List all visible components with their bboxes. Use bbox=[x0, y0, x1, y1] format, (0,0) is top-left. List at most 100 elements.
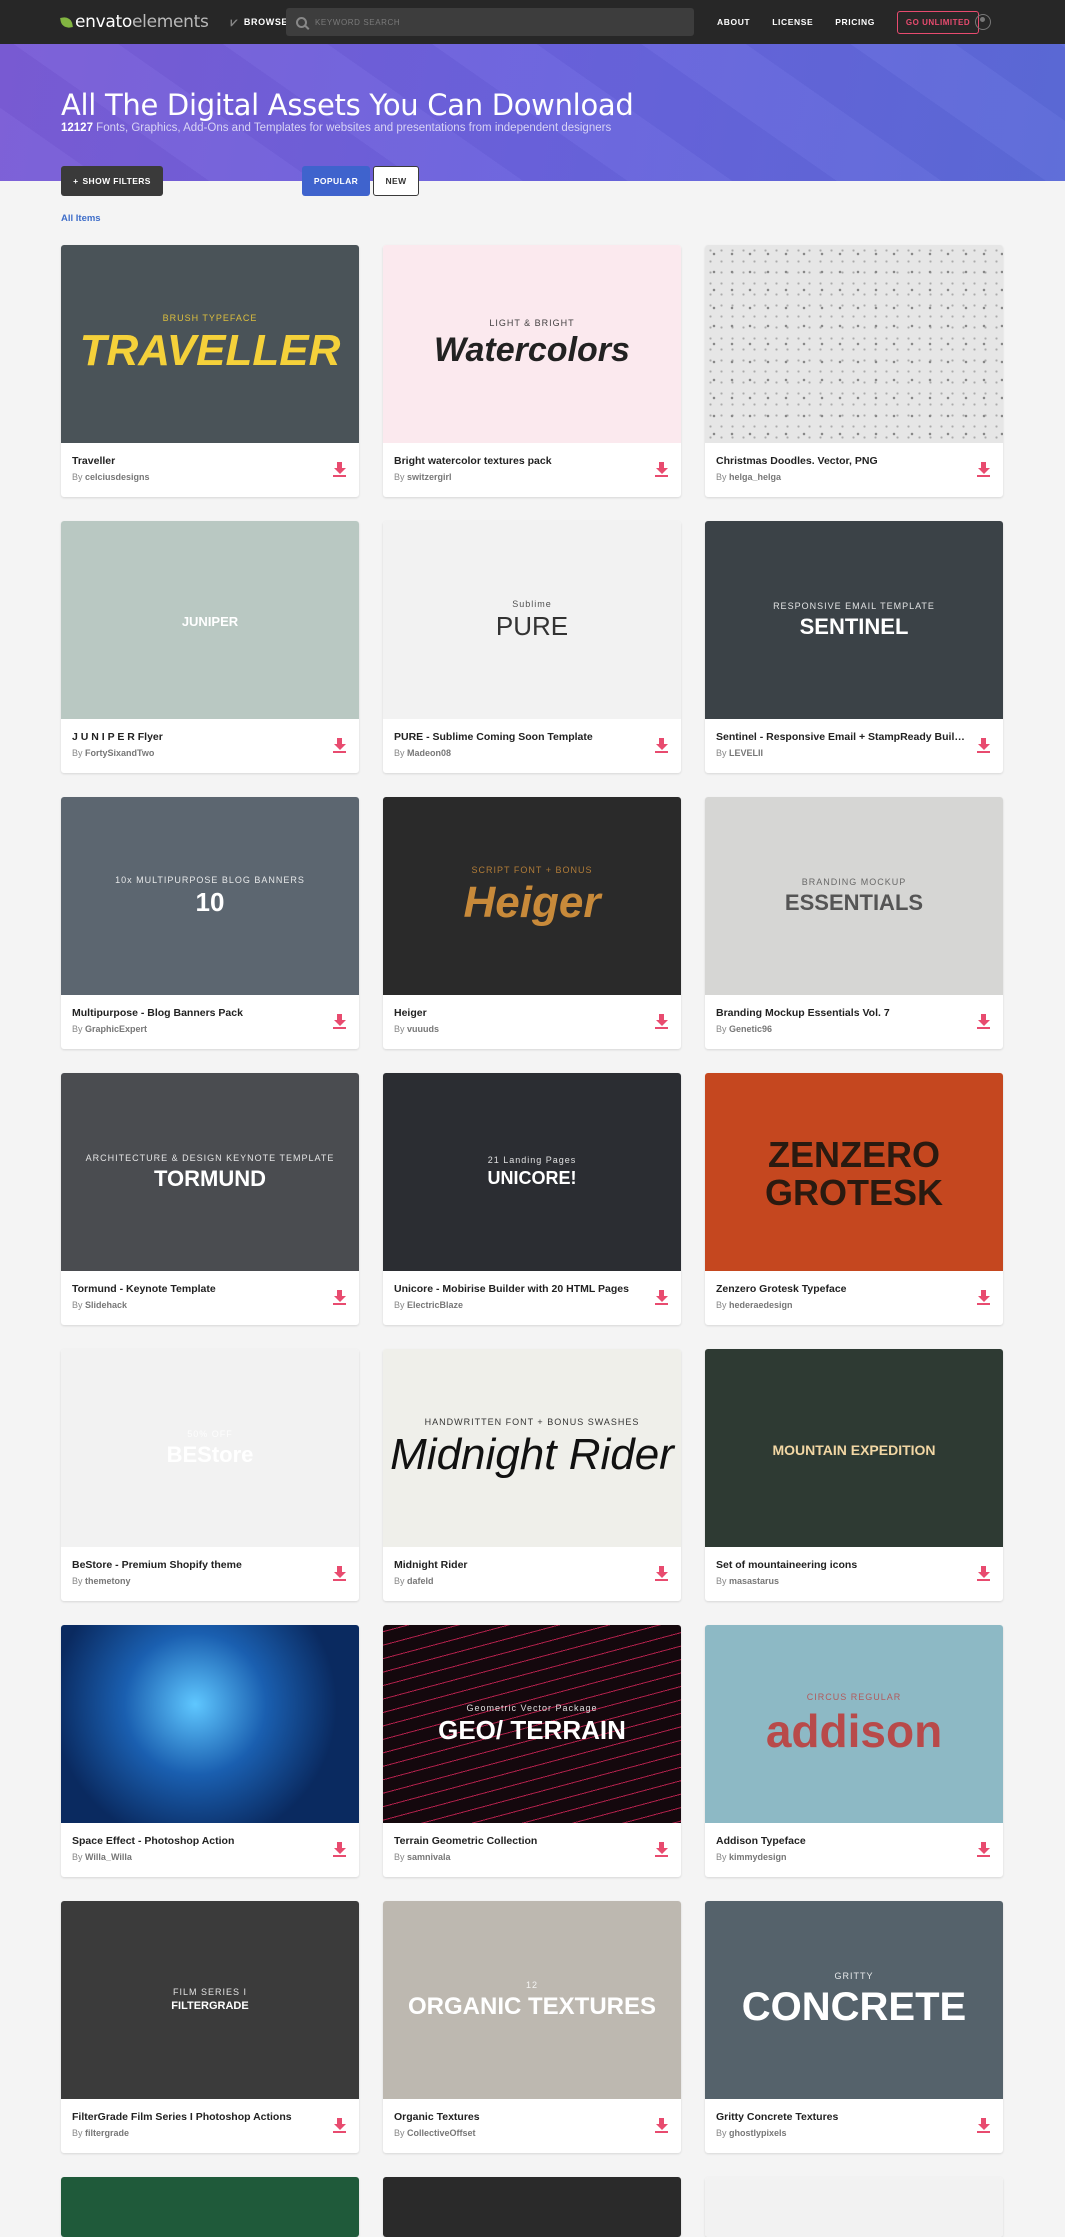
item-thumbnail[interactable] bbox=[383, 2177, 681, 2237]
item-author[interactable]: FortySixandTwo bbox=[85, 748, 154, 758]
item-thumbnail[interactable]: ARCHITECTURE & DESIGN KEYNOTE TEMPLATE TO… bbox=[61, 1073, 359, 1271]
item-card-partial[interactable] bbox=[61, 2177, 359, 2237]
download-icon[interactable] bbox=[977, 462, 991, 477]
item-title[interactable]: Tormund - Keynote Template bbox=[72, 1283, 322, 1295]
item-thumbnail[interactable]: 21 Landing Pages UNICORE! bbox=[383, 1073, 681, 1271]
item-card[interactable]: Sublime PURE PURE - Sublime Coming Soon Te… bbox=[383, 521, 681, 773]
item-card[interactable]: 12 ORGANIC TEXTURES Organic Textures By Col… bbox=[383, 1901, 681, 2153]
item-thumbnail[interactable]: ZENZERO GROTESK bbox=[705, 1073, 1003, 1271]
item-author[interactable]: dafeld bbox=[407, 1576, 434, 1586]
item-title[interactable]: Set of mountaineering icons bbox=[716, 1559, 966, 1571]
download-icon[interactable] bbox=[977, 2118, 991, 2133]
download-icon[interactable] bbox=[333, 738, 347, 753]
item-title[interactable]: PURE - Sublime Coming Soon Template bbox=[394, 731, 644, 743]
item-title[interactable]: Zenzero Grotesk Typeface bbox=[716, 1283, 966, 1295]
nav-license-link[interactable]: LICENSE bbox=[772, 17, 813, 27]
download-icon[interactable] bbox=[655, 1014, 669, 1029]
item-title[interactable]: Traveller bbox=[72, 455, 322, 467]
search-input[interactable] bbox=[315, 17, 675, 27]
download-icon[interactable] bbox=[977, 1290, 991, 1305]
item-thumbnail[interactable]: JUNIPER bbox=[61, 521, 359, 719]
item-author[interactable]: ElectricBlaze bbox=[407, 1300, 463, 1310]
item-thumbnail[interactable] bbox=[61, 1625, 359, 1823]
item-card[interactable]: JUNIPER J U N I P E R Flyer By FortySixand… bbox=[61, 521, 359, 773]
download-icon[interactable] bbox=[977, 738, 991, 753]
item-title[interactable]: Branding Mockup Essentials Vol. 7 bbox=[716, 1007, 966, 1019]
download-icon[interactable] bbox=[655, 1566, 669, 1581]
item-card[interactable]: BRANDING MOCKUP ESSENTIALS Branding Mockup… bbox=[705, 797, 1003, 1049]
item-card[interactable]: Geometric Vector Package GEO/ TERRAIN Terr… bbox=[383, 1625, 681, 1877]
item-thumbnail[interactable] bbox=[705, 2177, 1003, 2237]
item-card[interactable]: 50% OFF BEStore BeStore - Premium Shopify … bbox=[61, 1349, 359, 1601]
item-thumbnail[interactable]: BRUSH TYPEFACE TRAVELLER bbox=[61, 245, 359, 443]
item-card[interactable]: ARCHITECTURE & DESIGN KEYNOTE TEMPLATE TO… bbox=[61, 1073, 359, 1325]
item-card[interactable]: FILM SERIES I FILTERGRADE FilterGrade Film… bbox=[61, 1901, 359, 2153]
item-author[interactable]: helga_helga bbox=[729, 472, 781, 482]
sort-popular-tab[interactable]: POPULAR bbox=[302, 166, 370, 196]
item-title[interactable]: Space Effect - Photoshop Action bbox=[72, 1835, 322, 1847]
download-icon[interactable] bbox=[977, 1566, 991, 1581]
item-author[interactable]: themetony bbox=[85, 1576, 131, 1586]
item-card-partial[interactable] bbox=[383, 2177, 681, 2237]
item-thumbnail[interactable]: FILM SERIES I FILTERGRADE bbox=[61, 1901, 359, 2099]
item-title[interactable]: Unicore - Mobirise Builder with 20 HTML … bbox=[394, 1283, 644, 1295]
download-icon[interactable] bbox=[655, 1290, 669, 1305]
item-thumbnail[interactable] bbox=[705, 245, 1003, 443]
item-thumbnail[interactable] bbox=[61, 2177, 359, 2237]
item-author[interactable]: CollectiveOffset bbox=[407, 2128, 476, 2138]
item-card[interactable]: SCRIPT FONT + BONUS Heiger Heiger By vuuuds bbox=[383, 797, 681, 1049]
item-title[interactable]: Heiger bbox=[394, 1007, 644, 1019]
item-card[interactable]: RESPONSIVE EMAIL TEMPLATE SENTINEL Sentine… bbox=[705, 521, 1003, 773]
item-card[interactable]: BRUSH TYPEFACE TRAVELLER Traveller By celci… bbox=[61, 245, 359, 497]
item-thumbnail[interactable]: MOUNTAIN EXPEDITION bbox=[705, 1349, 1003, 1547]
download-icon[interactable] bbox=[333, 462, 347, 477]
item-thumbnail[interactable]: 12 ORGANIC TEXTURES bbox=[383, 1901, 681, 2099]
item-card[interactable]: HANDWRITTEN FONT + BONUS SWASHES Midnight… bbox=[383, 1349, 681, 1601]
item-thumbnail[interactable]: CIRCUS REGULAR addison bbox=[705, 1625, 1003, 1823]
item-author[interactable]: Genetic96 bbox=[729, 1024, 772, 1034]
item-title[interactable]: Terrain Geometric Collection bbox=[394, 1835, 644, 1847]
search-bar[interactable] bbox=[286, 8, 694, 36]
item-card[interactable]: Christmas Doodles. Vector, PNG By helga_h… bbox=[705, 245, 1003, 497]
download-icon[interactable] bbox=[655, 462, 669, 477]
item-title[interactable]: Organic Textures bbox=[394, 2111, 644, 2123]
item-author[interactable]: ghostlypixels bbox=[729, 2128, 787, 2138]
sort-new-tab[interactable]: NEW bbox=[373, 166, 419, 196]
item-thumbnail[interactable]: HANDWRITTEN FONT + BONUS SWASHES Midnight… bbox=[383, 1349, 681, 1547]
item-author[interactable]: Madeon08 bbox=[407, 748, 451, 758]
item-author[interactable]: GraphicExpert bbox=[85, 1024, 147, 1034]
item-card[interactable]: LIGHT & BRIGHT Watercolors Bright watercol… bbox=[383, 245, 681, 497]
item-thumbnail[interactable]: LIGHT & BRIGHT Watercolors bbox=[383, 245, 681, 443]
item-card[interactable]: CIRCUS REGULAR addison Addison Typeface By … bbox=[705, 1625, 1003, 1877]
nav-about-link[interactable]: ABOUT bbox=[717, 17, 750, 27]
item-card-partial[interactable] bbox=[705, 2177, 1003, 2237]
item-thumbnail[interactable]: GRITTY CONCRETE bbox=[705, 1901, 1003, 2099]
breadcrumb-all-items[interactable]: All Items bbox=[61, 213, 101, 224]
download-icon[interactable] bbox=[655, 738, 669, 753]
download-icon[interactable] bbox=[655, 1842, 669, 1857]
item-thumbnail[interactable]: BRANDING MOCKUP ESSENTIALS bbox=[705, 797, 1003, 995]
download-icon[interactable] bbox=[333, 1842, 347, 1857]
item-title[interactable]: FilterGrade Film Series I Photoshop Acti… bbox=[72, 2111, 322, 2123]
item-title[interactable]: Sentinel - Responsive Email + StampReady… bbox=[716, 731, 966, 743]
item-author[interactable]: hederaedesign bbox=[729, 1300, 793, 1310]
item-author[interactable]: filtergrade bbox=[85, 2128, 129, 2138]
show-filters-button[interactable]: + SHOW FILTERS bbox=[61, 166, 163, 196]
item-author[interactable]: vuuuds bbox=[407, 1024, 439, 1034]
download-icon[interactable] bbox=[333, 1290, 347, 1305]
item-author[interactable]: celciusdesigns bbox=[85, 472, 150, 482]
item-title[interactable]: BeStore - Premium Shopify theme bbox=[72, 1559, 322, 1571]
item-thumbnail[interactable]: SCRIPT FONT + BONUS Heiger bbox=[383, 797, 681, 995]
item-author[interactable]: Slidehack bbox=[85, 1300, 127, 1310]
download-icon[interactable] bbox=[333, 1566, 347, 1581]
download-icon[interactable] bbox=[655, 2118, 669, 2133]
item-thumbnail[interactable]: 50% OFF BEStore bbox=[61, 1349, 359, 1547]
item-card[interactable]: ZENZERO GROTESK Zenzero Grotesk Typeface B… bbox=[705, 1073, 1003, 1325]
item-thumbnail[interactable]: RESPONSIVE EMAIL TEMPLATE SENTINEL bbox=[705, 521, 1003, 719]
item-thumbnail[interactable]: Sublime PURE bbox=[383, 521, 681, 719]
item-author[interactable]: switzergirl bbox=[407, 472, 452, 482]
item-author[interactable]: LEVELII bbox=[729, 748, 763, 758]
download-icon[interactable] bbox=[333, 1014, 347, 1029]
item-thumbnail[interactable]: 10x MULTIPURPOSE BLOG BANNERS 10 bbox=[61, 797, 359, 995]
item-card[interactable]: Space Effect - Photoshop Action By Willa_… bbox=[61, 1625, 359, 1877]
